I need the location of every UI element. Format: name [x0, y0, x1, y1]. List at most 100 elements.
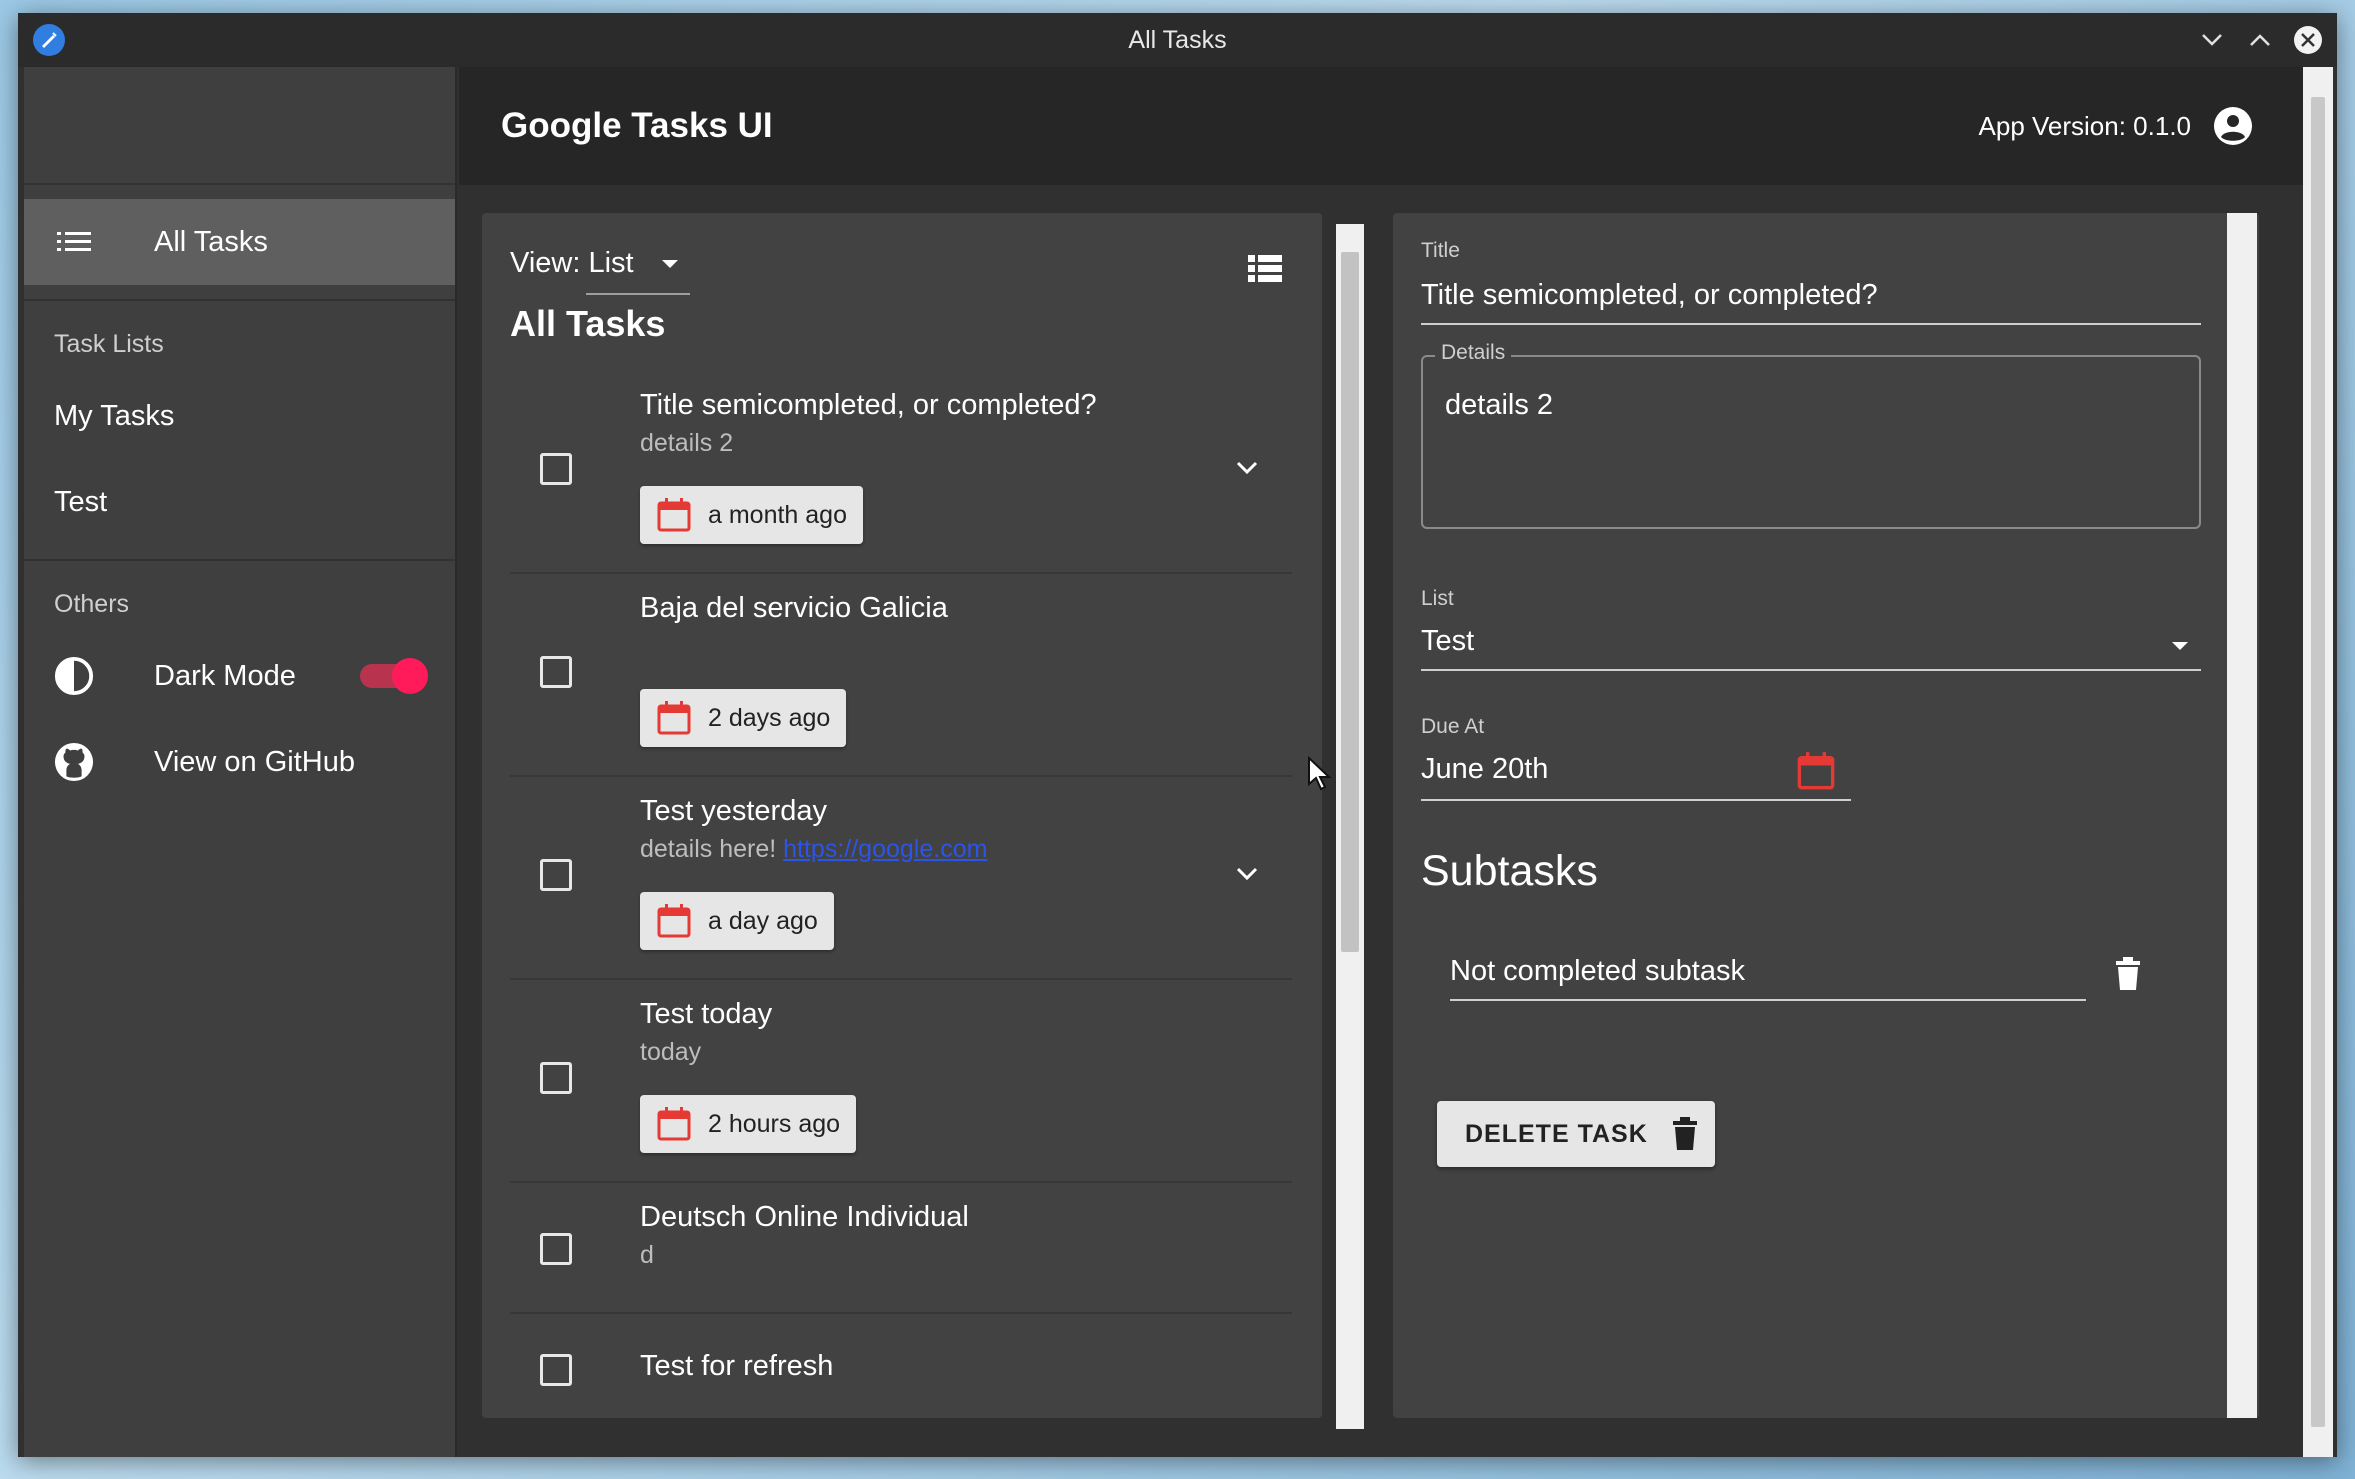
drawer-item-my-tasks[interactable]: My Tasks — [24, 373, 455, 459]
navigation-drawer: All Tasks Task Lists My Tasks Test Other… — [24, 67, 457, 1457]
calendar-icon — [657, 701, 691, 735]
dropdown-arrow-icon — [661, 259, 678, 268]
view-select[interactable]: View: List — [510, 247, 690, 295]
task-item[interactable]: Baja del servicio Galicia 2 days ago — [510, 576, 1292, 777]
mouse-cursor-icon — [1308, 756, 1332, 791]
drawer-item-dark-mode[interactable]: Dark Mode — [24, 633, 455, 719]
app-bar: Google Tasks UI App Version: 0.1.0 — [459, 67, 2319, 185]
due-chip[interactable]: 2 hours ago — [640, 1095, 857, 1153]
due-date-underline — [1421, 799, 1851, 801]
calendar-icon — [657, 498, 691, 532]
view-select-underline — [586, 293, 690, 295]
task-checkbox[interactable] — [540, 859, 572, 891]
trash-icon — [1672, 1117, 1697, 1150]
task-title: Deutsch Online Individual — [640, 1201, 969, 1233]
task-details: details here! https://google.com — [640, 835, 987, 864]
task-list-scrollbar[interactable] — [1336, 224, 1364, 1429]
close-icon — [2294, 26, 2322, 54]
github-label: View on GitHub — [154, 745, 355, 778]
view-list-icon[interactable] — [1248, 253, 1282, 283]
task-details: today — [640, 1038, 702, 1066]
others-header: Others — [54, 589, 130, 618]
delete-task-button[interactable]: DELETE TASK — [1437, 1101, 1715, 1167]
task-item[interactable]: Test yesterday details here! https://goo… — [510, 779, 1292, 980]
task-title: Test for refresh — [640, 1350, 834, 1382]
task-checkbox[interactable] — [540, 1354, 572, 1386]
task-checkbox[interactable] — [540, 656, 572, 688]
chevron-down-icon — [2202, 34, 2222, 46]
details-field-label: Details — [1435, 341, 1512, 365]
app-title: Google Tasks UI — [501, 106, 773, 145]
task-checkbox[interactable] — [540, 1233, 572, 1265]
calendar-icon[interactable] — [1796, 751, 1836, 791]
task-details-text: details here! — [640, 835, 784, 863]
list-title: All Tasks — [510, 303, 666, 344]
due-chip[interactable]: 2 days ago — [640, 689, 847, 747]
dark-mode-toggle[interactable] — [360, 658, 428, 694]
detail-panel-scrollbar[interactable] — [2227, 213, 2257, 1418]
drawer-header — [24, 67, 455, 185]
task-item[interactable]: Deutsch Online Individual d — [510, 1185, 1292, 1314]
task-title: Test yesterday — [640, 795, 827, 827]
trash-icon[interactable] — [2114, 957, 2142, 991]
github-icon — [54, 742, 94, 782]
task-list-scrollbar-thumb[interactable] — [1341, 252, 1359, 952]
task-details-link[interactable]: https://google.com — [783, 835, 987, 863]
subtasks-header: Subtasks — [1421, 847, 1598, 895]
due-field-label: Due At — [1421, 715, 1485, 738]
delete-task-label: DELETE TASK — [1465, 1119, 1648, 1148]
due-date-field[interactable]: June 20th — [1421, 753, 1548, 786]
drawer-divider — [24, 559, 455, 561]
subtask-underline — [1450, 999, 2086, 1001]
drawer-item-test[interactable]: Test — [24, 459, 455, 545]
details-field[interactable]: Details details 2 — [1421, 341, 2201, 529]
due-chip-label: a month ago — [708, 500, 847, 529]
account-icon[interactable] — [2213, 106, 2253, 146]
window-titlebar[interactable]: All Tasks — [18, 13, 2337, 67]
window-title: All Tasks — [1128, 25, 1227, 54]
task-checkbox[interactable] — [540, 453, 572, 485]
close-button[interactable] — [2291, 23, 2325, 57]
task-title: Title semicompleted, or completed? — [640, 389, 1097, 421]
task-title: Baja del servicio Galicia — [640, 592, 948, 624]
list-select[interactable]: Test — [1421, 625, 1474, 658]
maximize-button[interactable] — [2243, 23, 2277, 57]
toggle-knob — [392, 658, 428, 694]
dropdown-arrow-icon[interactable] — [2170, 640, 2190, 652]
list-select-underline — [1421, 669, 2201, 671]
window-scrollbar[interactable] — [2303, 67, 2333, 1457]
task-title: Test today — [640, 998, 773, 1030]
calendar-icon — [657, 904, 691, 938]
due-chip[interactable]: a month ago — [640, 486, 863, 544]
task-item[interactable]: Test for refresh — [510, 1316, 1292, 1418]
due-chip-label: a day ago — [708, 906, 818, 935]
task-details: d — [640, 1241, 654, 1269]
drawer-item-all-tasks[interactable]: All Tasks — [24, 199, 455, 285]
contrast-icon — [54, 656, 94, 696]
task-item[interactable]: Title semicompleted, or completed? detai… — [510, 373, 1292, 574]
due-chip[interactable]: a day ago — [640, 892, 834, 950]
task-item[interactable]: Test today today 2 hours ago — [510, 982, 1292, 1183]
details-field-value: details 2 — [1445, 389, 1554, 421]
dark-mode-label: Dark Mode — [154, 659, 296, 692]
title-field-label: Title — [1421, 239, 1460, 262]
calendar-icon — [657, 1107, 691, 1141]
task-checkbox[interactable] — [540, 1062, 572, 1094]
due-chip-label: 2 days ago — [708, 703, 831, 732]
list-icon — [54, 222, 94, 262]
task-list-panel: View: List All Tasks Title semicompleted… — [482, 213, 1322, 1418]
chevron-up-icon — [2250, 34, 2270, 46]
drawer-divider — [24, 299, 455, 301]
minimize-button[interactable] — [2195, 23, 2229, 57]
chevron-down-icon[interactable] — [1232, 453, 1262, 483]
subtask-field[interactable]: Not completed subtask — [1450, 955, 1745, 988]
title-field[interactable]: Title semicompleted, or completed? — [1421, 279, 1878, 312]
task-detail-panel: Title Title semicompleted, or completed?… — [1393, 213, 2259, 1418]
drawer-item-github[interactable]: View on GitHub — [24, 719, 455, 805]
app-logo-icon — [33, 24, 65, 56]
window-scrollbar-thumb[interactable] — [2311, 97, 2325, 1427]
app-version: App Version: 0.1.0 — [1978, 110, 2191, 141]
chevron-down-icon[interactable] — [1232, 859, 1262, 889]
task-details: details 2 — [640, 429, 734, 457]
list-field-label: List — [1421, 587, 1454, 610]
